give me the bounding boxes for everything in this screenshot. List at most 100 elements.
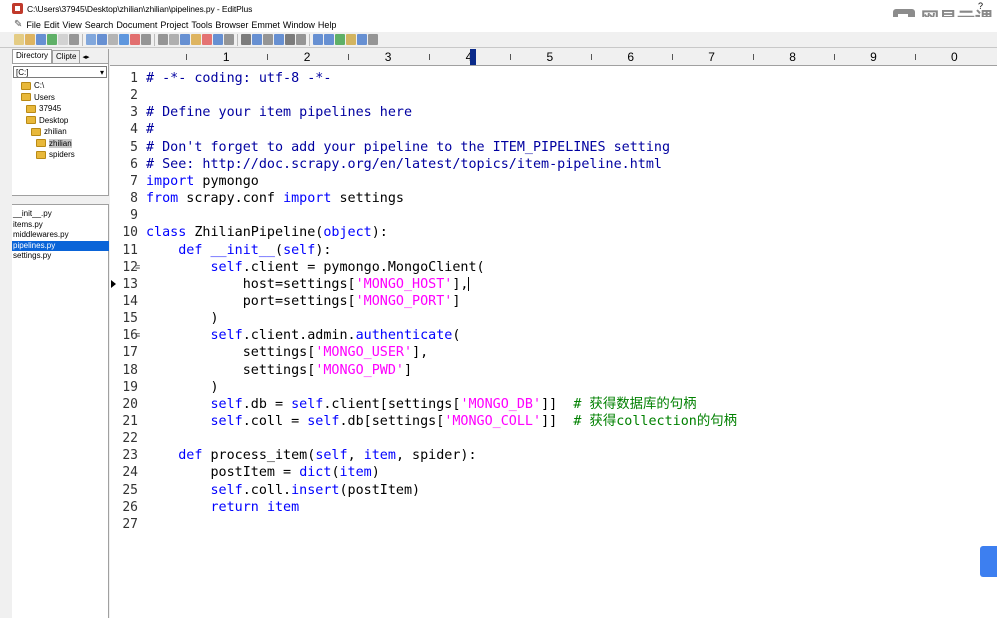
toolbar-button-icon[interactable]: [14, 34, 24, 45]
toolbar-button-icon[interactable]: [274, 34, 284, 45]
code-line[interactable]: ): [146, 310, 218, 327]
toolbar-button-icon[interactable]: [86, 34, 96, 45]
toolbar-button-icon[interactable]: [58, 34, 68, 45]
toolbar-button-icon[interactable]: [108, 34, 118, 45]
toolbar-button-icon[interactable]: [241, 34, 251, 45]
line-number: 18: [122, 362, 138, 378]
tree-item[interactable]: C:\: [21, 80, 44, 91]
code-line[interactable]: def process_item(self, item, spider):: [146, 447, 476, 464]
toolbar-button-icon[interactable]: [296, 34, 306, 45]
menu-edit[interactable]: Edit: [44, 20, 63, 30]
file-list-item[interactable]: items.py: [12, 220, 109, 231]
code-line[interactable]: # Don't forget to add your pipeline to t…: [146, 139, 670, 156]
menu-emmet[interactable]: Emmet: [251, 20, 283, 30]
tab-scroll-arrows[interactable]: ◂▸: [82, 53, 89, 63]
toolbar-button-icon[interactable]: [97, 34, 107, 45]
tree-item[interactable]: Users: [21, 92, 55, 103]
tree-item[interactable]: spiders: [36, 149, 75, 160]
ruler-tick: [833, 54, 835, 60]
file-list-item[interactable]: settings.py: [12, 251, 109, 262]
code-line[interactable]: #: [146, 121, 154, 138]
code-line[interactable]: # -*- coding: utf-8 -*-: [146, 70, 331, 87]
file-list-item[interactable]: pipelines.py: [12, 240, 109, 251]
code-line[interactable]: class ZhilianPipeline(object):: [146, 224, 388, 241]
toolbar-button-icon[interactable]: [263, 34, 273, 45]
editor-area[interactable]: 1234567890 123456789101112≡13141516≡1718…: [110, 49, 997, 618]
code-token: # 获得数据库的句柄: [573, 396, 697, 412]
folder-icon: [21, 93, 31, 101]
code-line[interactable]: return item: [146, 499, 300, 516]
code-line[interactable]: # See: http://doc.scrapy.org/en/latest/t…: [146, 156, 662, 173]
toolbar-button-icon[interactable]: [169, 34, 179, 45]
code-line[interactable]: def __init__(self):: [146, 242, 331, 259]
menu-browser[interactable]: Browser: [215, 20, 251, 30]
toolbar-button-icon[interactable]: [47, 34, 57, 45]
code-line[interactable]: self.coll = self.db[settings['MONGO_COLL…: [146, 413, 738, 430]
code-line[interactable]: self.client.admin.authenticate(: [146, 327, 461, 344]
side-float-button[interactable]: [980, 546, 997, 577]
code-view[interactable]: # -*- coding: utf-8 -*- # Define your ite…: [146, 66, 997, 618]
toolbar-button-icon[interactable]: [191, 34, 201, 45]
tree-item[interactable]: zhilian: [31, 126, 67, 137]
toolbar-button-icon[interactable]: [313, 34, 323, 45]
code-line[interactable]: ): [146, 379, 218, 396]
toolbar-button-icon[interactable]: [130, 34, 140, 45]
code-token: ],: [452, 276, 469, 292]
toolbar-button-icon[interactable]: [285, 34, 295, 45]
line-number: 14: [122, 293, 138, 309]
tree-item[interactable]: 37945: [26, 103, 61, 114]
menu-view[interactable]: View: [62, 20, 84, 30]
line-number: 5: [130, 139, 138, 155]
menu-document[interactable]: Document: [116, 20, 160, 30]
code-line[interactable]: import pymongo: [146, 173, 259, 190]
code-token: 'MONGO_PWD': [315, 362, 404, 378]
file-list-item[interactable]: middlewares.py: [12, 230, 109, 241]
tree-item[interactable]: zhilian: [36, 138, 72, 149]
toolbar-button-icon[interactable]: [69, 34, 79, 45]
menu-project[interactable]: Project: [160, 20, 191, 30]
code-line[interactable]: settings['MONGO_PWD']: [146, 362, 412, 379]
ruler-tick: [267, 54, 269, 60]
drive-select[interactable]: [C:] ▾: [13, 66, 107, 78]
file-list-item[interactable]: __init__.py: [12, 209, 109, 220]
panel-splitter[interactable]: [12, 195, 109, 205]
ruler-number: 5: [546, 50, 554, 64]
fold-marker-icon[interactable]: ≡: [135, 262, 140, 272]
menu-window[interactable]: Window: [283, 20, 318, 30]
toolbar-button-icon[interactable]: [335, 34, 345, 45]
fold-marker-icon[interactable]: ≡: [135, 330, 140, 340]
code-line[interactable]: # Define your item pipelines here: [146, 104, 412, 121]
tab-directory[interactable]: Directory: [12, 49, 53, 63]
code-line[interactable]: self.client = pymongo.MongoClient(: [146, 259, 485, 276]
toolbar-button-icon[interactable]: [141, 34, 151, 45]
toolbar-button-icon[interactable]: [224, 34, 234, 45]
toolbar-button-icon[interactable]: [158, 34, 168, 45]
code-line[interactable]: port=settings['MONGO_PORT']: [146, 293, 461, 310]
code-token: ZhilianPipeline(: [186, 225, 324, 241]
toolbar-button-icon[interactable]: [346, 34, 356, 45]
menu-help[interactable]: Help: [318, 20, 340, 30]
toolbar-button-icon[interactable]: [357, 34, 367, 45]
tree-item[interactable]: Desktop: [26, 115, 68, 126]
toolbar-button-icon[interactable]: [36, 34, 46, 45]
code-line[interactable]: settings['MONGO_USER'],: [146, 344, 428, 361]
toolbar-button-icon[interactable]: [368, 34, 378, 45]
toolbar-button-icon[interactable]: [25, 34, 35, 45]
code-line[interactable]: from scrapy.conf import settings: [146, 190, 404, 207]
toolbar-button-icon[interactable]: [252, 34, 262, 45]
toolbar-button-icon[interactable]: [324, 34, 334, 45]
folder-icon: [26, 116, 36, 124]
tab-cliptext[interactable]: Clipte: [52, 50, 81, 63]
toolbar-button-icon[interactable]: [213, 34, 223, 45]
toolbar-button-icon[interactable]: [180, 34, 190, 45]
code-line[interactable]: self.coll.insert(postItem): [146, 482, 421, 499]
code-line[interactable]: postItem = dict(item): [146, 464, 379, 481]
toolbar-button-icon[interactable]: [202, 34, 212, 45]
menu-search[interactable]: Search: [85, 20, 117, 30]
code-line[interactable]: self.db = self.client[settings['MONGO_DB…: [146, 396, 697, 413]
menu-file[interactable]: File: [26, 20, 44, 30]
line-number: 21: [122, 414, 138, 429]
menu-tools[interactable]: Tools: [191, 20, 215, 30]
code-line[interactable]: host=settings['MONGO_HOST'],: [146, 276, 470, 293]
toolbar-button-icon[interactable]: [119, 34, 129, 45]
